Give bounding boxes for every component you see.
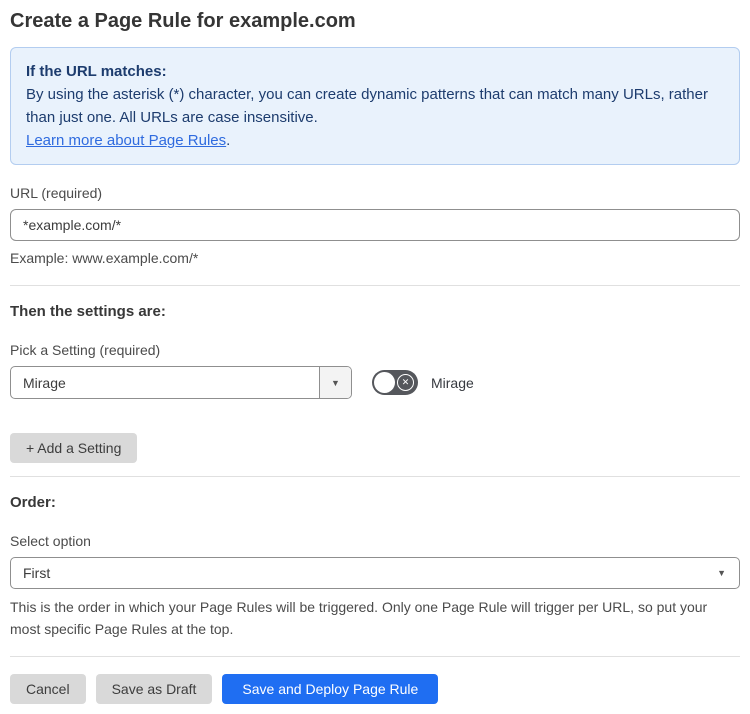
divider [10,656,740,657]
mirage-toggle[interactable]: ✕ [372,370,418,395]
url-helper: Example: www.example.com/* [10,250,199,266]
order-heading: Order: [10,494,56,511]
cancel-button[interactable]: Cancel [10,674,86,704]
toggle-x-icon: ✕ [397,374,414,391]
url-label: URL (required) [10,185,103,201]
save-draft-button[interactable]: Save as Draft [95,674,213,704]
add-setting-button[interactable]: + Add a Setting [10,433,138,463]
divider [10,476,740,477]
info-box-link-line: Learn more about Page Rules. [26,129,724,152]
divider [10,285,740,286]
setting-row: Mirage ▼ ✕ Mirage [10,366,740,399]
save-deploy-button[interactable]: Save and Deploy Page Rule [222,674,439,704]
info-box-heading: If the URL matches: [26,63,167,80]
order-select-label: Select option [10,533,91,549]
settings-heading: Then the settings are: [10,303,166,320]
url-input[interactable] [10,209,740,241]
info-box-body: By using the asterisk (*) character, you… [26,86,708,126]
link-period: . [226,132,231,149]
select-arrow-icon: ▼ [717,568,726,578]
footer-buttons: Cancel Save as Draft Save and Deploy Pag… [10,674,740,704]
learn-more-link[interactable]: Learn more about Page Rules [26,132,226,149]
setting-dropdown-value: Mirage [23,374,66,391]
setting-dropdown[interactable]: Mirage ▼ [10,366,352,399]
toggle-label: Mirage [431,374,474,391]
page-title: Create a Page Rule for example.com [10,10,356,32]
toggle-knob [374,372,395,393]
setting-picker-label: Pick a Setting (required) [10,342,161,358]
url-match-info-box: If the URL matches: By using the asteris… [10,47,740,165]
order-select-value: First [23,565,51,581]
order-select[interactable]: First ▼ [10,557,740,589]
order-helper: This is the order in which your Page Rul… [10,599,708,637]
setting-dropdown-arrow-button[interactable]: ▼ [319,367,351,398]
dropdown-arrow-icon: ▼ [331,377,340,388]
